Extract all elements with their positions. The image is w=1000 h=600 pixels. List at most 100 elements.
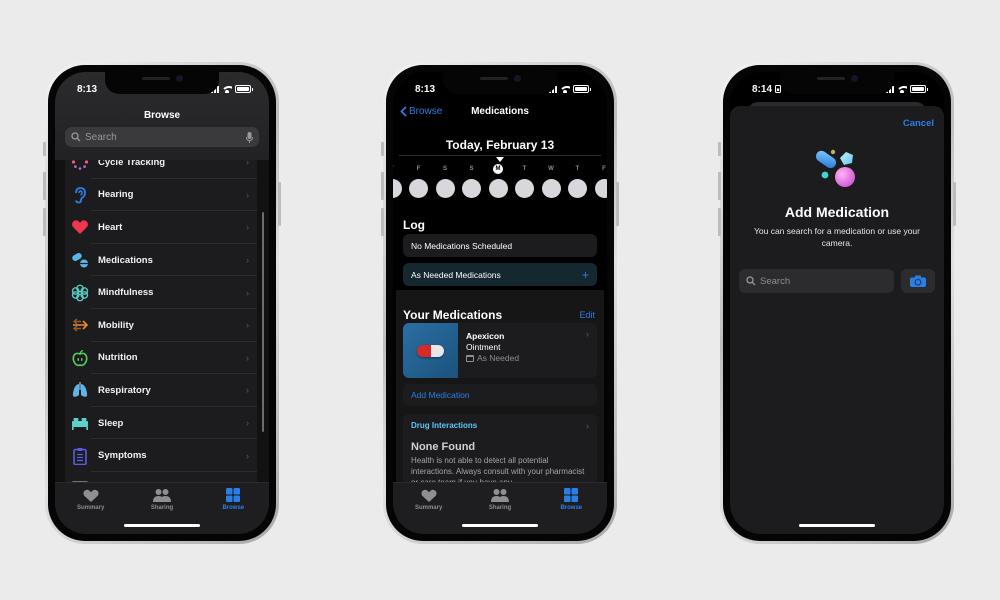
heart-icon: [83, 489, 99, 502]
capsule-icon: [417, 344, 444, 357]
power-button: [616, 182, 619, 226]
search-icon: [746, 276, 756, 286]
as-needed-medications-button[interactable]: As Needed Medications +: [403, 263, 597, 286]
weekday-labels: TFSSMTWTF: [393, 164, 607, 176]
day-ring[interactable]: [462, 179, 481, 198]
day-ring[interactable]: [515, 179, 534, 198]
back-button[interactable]: Browse: [400, 106, 442, 117]
category-mobility[interactable]: Mobility ›: [65, 309, 257, 342]
lungs-icon: [71, 381, 89, 399]
weekday-label: T: [393, 166, 398, 172]
tab-sharing[interactable]: Sharing: [132, 488, 192, 534]
volume-up-button: [718, 172, 721, 200]
home-indicator[interactable]: [799, 524, 875, 527]
day-ring[interactable]: [488, 179, 508, 198]
medication-card[interactable]: Apexicon Ointment As Needed ›: [403, 323, 597, 378]
microphone-icon[interactable]: [246, 131, 253, 143]
category-list: Cycle Tracking › Hearing › Heart › Medic…: [65, 146, 257, 505]
day-ring[interactable]: [541, 179, 561, 198]
day-progress-row: [393, 179, 607, 199]
heart-icon: [71, 218, 89, 236]
home-indicator[interactable]: [462, 524, 538, 527]
stage: 8:13 Browse Search Cycle Tracking › Hear…: [0, 0, 1000, 600]
category-heart[interactable]: Heart ›: [65, 211, 257, 244]
id-badge-icon: [775, 85, 782, 93]
plus-icon: +: [581, 267, 589, 282]
screen-medications: 8:13 Medications Browse Today, February …: [393, 72, 607, 534]
power-button: [953, 182, 956, 226]
camera-button[interactable]: [901, 269, 935, 293]
status-time: 8:14: [752, 83, 773, 95]
status-time: 8:13: [77, 83, 98, 95]
status-time: 8:13: [415, 83, 436, 95]
category-sleep[interactable]: Sleep ›: [65, 407, 257, 440]
weekday-label: S: [442, 166, 447, 172]
search-placeholder: Search: [85, 131, 117, 143]
battery-icon: [910, 85, 928, 93]
divider: [399, 155, 601, 156]
date-heading: Today, February 13: [445, 138, 555, 152]
chevron-right-icon: ›: [246, 287, 249, 298]
chevron-right-icon: ›: [246, 320, 249, 331]
medication-name: Apexicon: [466, 331, 505, 341]
calendar-icon: [466, 355, 474, 362]
medication-schedule: As Needed: [477, 353, 520, 363]
medication-search-input[interactable]: Search: [739, 269, 894, 293]
chevron-right-icon: ›: [246, 352, 249, 363]
edit-button[interactable]: Edit: [579, 310, 595, 320]
cancel-button[interactable]: Cancel: [903, 118, 934, 129]
medications-illustration-icon: [815, 149, 855, 187]
phone-add-medication: 8:14 Cancel Add Medication You can searc…: [718, 62, 956, 544]
weekday-label: M: [493, 164, 503, 174]
grid-icon: [226, 488, 241, 502]
chevron-right-icon: ›: [246, 418, 249, 429]
drug-interactions-title: Drug Interactions: [411, 421, 478, 430]
day-ring[interactable]: [594, 179, 607, 198]
weekday-label: F: [416, 166, 421, 172]
wifi-icon: [222, 85, 232, 93]
category-symptoms[interactable]: Symptoms ›: [65, 439, 257, 472]
category-hearing[interactable]: Hearing ›: [65, 179, 257, 212]
screen-browse: 8:13 Browse Search Cycle Tracking › Hear…: [55, 72, 269, 534]
scrollbar[interactable]: [262, 212, 264, 432]
mobility-arrows-icon: [71, 316, 89, 334]
day-ring[interactable]: [409, 179, 428, 198]
search-icon: [71, 132, 81, 142]
category-medications[interactable]: Medications ›: [65, 244, 257, 277]
home-indicator[interactable]: [124, 524, 200, 527]
volume-up-button: [381, 172, 384, 200]
battery-icon: [235, 85, 253, 93]
day-ring[interactable]: [393, 179, 402, 198]
phone-browse: 8:13 Browse Search Cycle Tracking › Hear…: [43, 62, 281, 544]
add-medication-title: Add Medication: [784, 204, 890, 220]
category-respiratory[interactable]: Respiratory ›: [65, 374, 257, 407]
add-medication-button[interactable]: Add Medication: [403, 384, 597, 406]
today-marker-icon: [496, 157, 504, 162]
chevron-right-icon: ›: [586, 421, 589, 431]
no-meds-scheduled-card: No Medications Scheduled: [403, 234, 597, 257]
chevron-right-icon: ›: [246, 255, 249, 266]
tab-summary[interactable]: Summary: [399, 488, 459, 534]
mindfulness-flower-icon: [71, 284, 89, 302]
chevron-right-icon: ›: [246, 222, 249, 233]
day-ring[interactable]: [435, 179, 455, 198]
people-icon: [490, 489, 509, 502]
tab-summary[interactable]: Summary: [61, 488, 121, 534]
mute-switch: [381, 142, 384, 156]
heart-icon: [421, 489, 437, 502]
search-placeholder: Search: [760, 275, 791, 287]
weekday-label: T: [575, 166, 580, 172]
tab-browse[interactable]: Browse: [541, 488, 601, 534]
volume-down-button: [381, 208, 384, 236]
weekday-label: W: [548, 166, 554, 172]
category-nutrition[interactable]: Nutrition ›: [65, 342, 257, 375]
apple-icon: [71, 349, 89, 367]
category-mindfulness[interactable]: Mindfulness ›: [65, 276, 257, 309]
weekday-label: S: [469, 166, 474, 172]
search-input[interactable]: Search: [65, 127, 259, 147]
tab-sharing[interactable]: Sharing: [470, 488, 530, 534]
day-ring[interactable]: [568, 179, 587, 198]
tab-browse[interactable]: Browse: [203, 488, 263, 534]
volume-down-button: [43, 208, 46, 236]
nav-bar: Medications Browse: [393, 106, 607, 122]
